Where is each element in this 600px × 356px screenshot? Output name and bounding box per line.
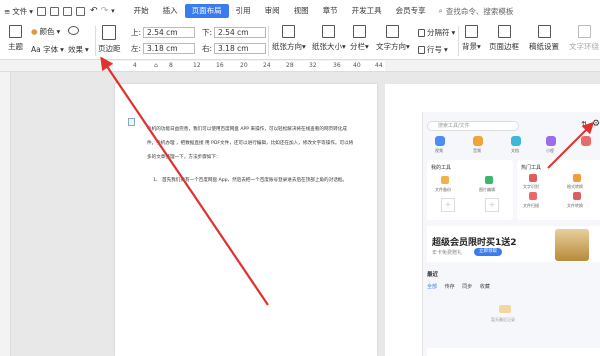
arrow-to-settings	[547, 121, 595, 169]
arrow-to-margins	[100, 56, 269, 306]
annotation-arrows	[100, 56, 595, 306]
